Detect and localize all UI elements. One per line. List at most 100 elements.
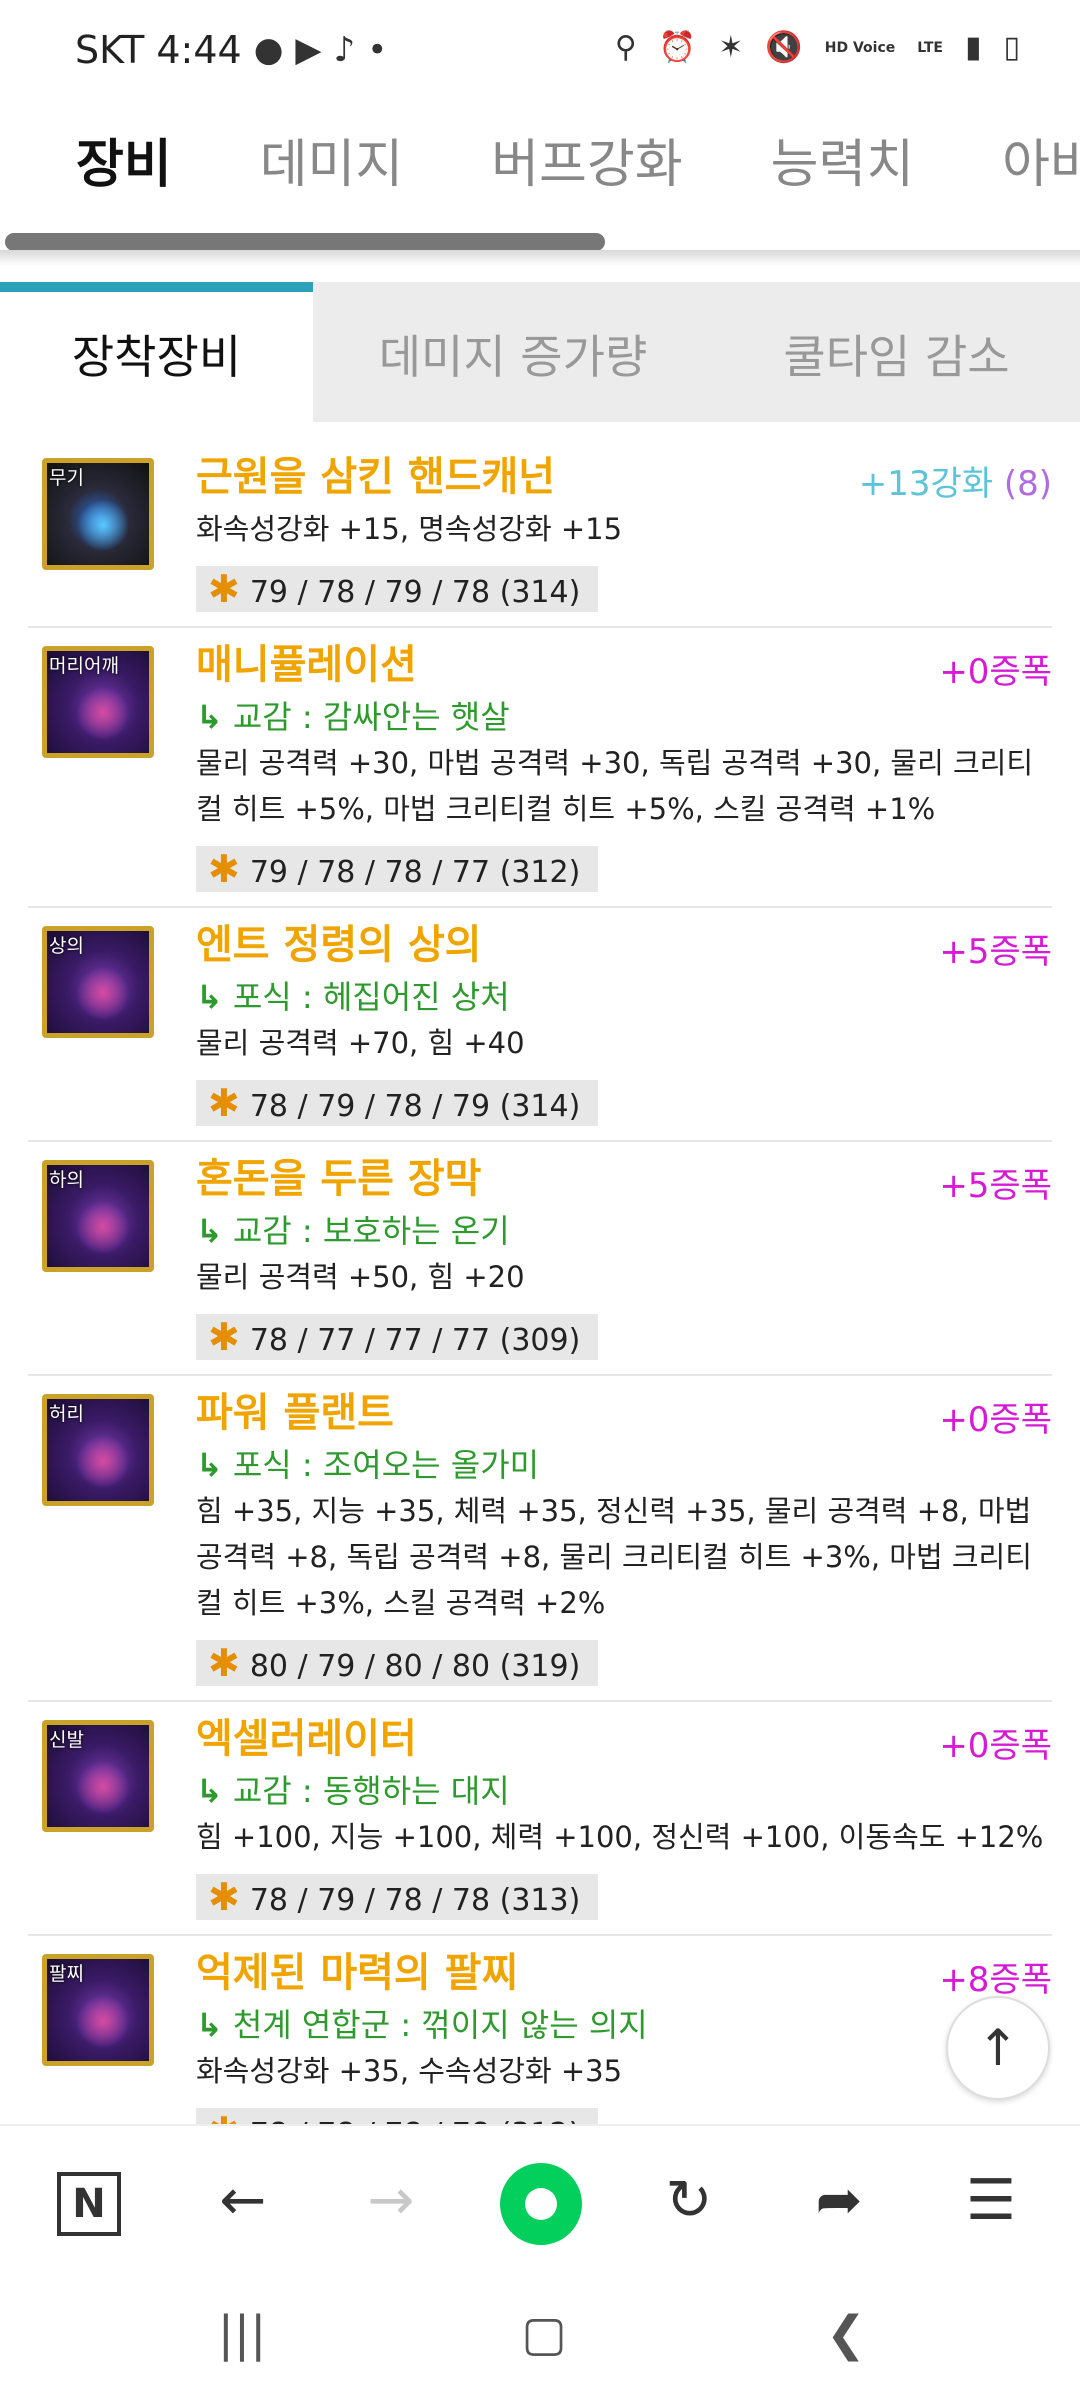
enchant-text: 천계 연합군 : 꺾이지 않는 의지 <box>232 2006 648 2044</box>
score-value: 78 / 79 / 78 / 78 (313) <box>249 1883 581 1918</box>
item-art <box>77 499 129 551</box>
asterisk-icon: ✱ <box>208 1081 240 1125</box>
reload-icon: ↻ <box>665 2168 713 2233</box>
alarm-icon: ⏰ <box>658 30 697 65</box>
score-value: 78 / 79 / 78 / 79 (314) <box>249 1089 581 1124</box>
item-icon: 신발 <box>42 1720 154 1832</box>
item-art <box>77 687 129 739</box>
item-score: ✱ 80 / 79 / 80 / 80 (319) <box>196 1640 599 1686</box>
green-dot-button[interactable] <box>496 2156 586 2246</box>
upgrade-level: +13강화 <box>858 464 994 504</box>
tab-equipment[interactable]: 장비 <box>0 120 172 210</box>
tab-damage[interactable]: 데미지 <box>172 120 404 210</box>
home-button[interactable]: ▢ <box>494 2294 594 2374</box>
item-score: ✱ 78 / 77 / 77 / 77 (309) <box>196 1314 599 1360</box>
naver-button[interactable]: N <box>44 2156 134 2246</box>
share-icon: ➦ <box>815 2168 863 2233</box>
subtab-damage-increase[interactable]: 데미지 증가량 <box>313 282 713 422</box>
asterisk-icon: ✱ <box>208 847 240 891</box>
item-enchant: ↳ 교감 : 보호하는 온기 <box>196 1208 1052 1254</box>
home-icon: ▢ <box>521 2306 567 2362</box>
enchant-text: 포식 : 헤집어진 상처 <box>232 978 510 1016</box>
back-button[interactable]: ← <box>198 2156 288 2246</box>
score-value: 79 / 78 / 79 / 78 (314) <box>249 575 581 610</box>
item-enchant: ↳ 포식 : 조여오는 올가미 <box>196 1442 1052 1488</box>
enchant-arrow-icon: ↳ <box>196 1212 223 1250</box>
item-name: 혼돈을 두른 장막 <box>196 1156 482 1202</box>
arrow-left-icon: ← <box>219 2168 267 2233</box>
arrow-right-icon: → <box>367 2168 415 2233</box>
forward-button[interactable]: → <box>346 2156 436 2246</box>
item-upgrade: +0증폭 <box>939 1400 1052 1440</box>
equipment-list: 무기 근원을 삼킨 핸드캐넌 +13강화 (8) 화속성강화 +15, 명속성강… <box>28 440 1052 2170</box>
slot-label: 신발 <box>49 1729 84 1751</box>
enchant-text: 교감 : 감싸안는 햇살 <box>232 698 510 736</box>
tab-avatar[interactable]: 아바타 <box>914 120 1080 210</box>
main-tab-bar: 장비 데미지 버프강화 능력치 아바타 <box>0 120 1080 210</box>
item-stats: 화속성강화 +35, 수속성강화 +35 <box>196 2054 623 2088</box>
item-upgrade: +5증폭 <box>939 1166 1052 1206</box>
system-back-button[interactable]: ❮ <box>796 2294 896 2374</box>
tab-buff[interactable]: 버프강화 <box>403 120 682 210</box>
item-stats: 물리 공격력 +50, 힘 +20 <box>196 1260 525 1294</box>
recent-apps-icon: ||| <box>217 2306 267 2362</box>
naver-n-icon: N <box>57 2171 121 2236</box>
divider <box>0 250 1080 266</box>
subtab-cooldown[interactable]: 쿨타임 감소 <box>713 282 1080 422</box>
item-upgrade: +13강화 (8) <box>859 456 1052 505</box>
item-enchant: ↳ 교감 : 감싸안는 햇살 <box>196 694 1052 740</box>
scroll-top-button[interactable]: ↑ <box>946 1996 1050 2100</box>
item-icon: 상의 <box>42 926 154 1038</box>
signal-icon: ▮ <box>964 30 982 65</box>
equipment-item[interactable]: 허리 파워 플랜트 +0증폭 ↳ 포식 : 조여오는 올가미 힘 +35, 지능 … <box>28 1376 1052 1702</box>
talk-icon: ● <box>253 30 284 70</box>
item-score: ✱ 79 / 78 / 78 / 77 (312) <box>196 846 599 892</box>
item-upgrade: +0증폭 <box>939 1726 1052 1766</box>
item-enchant: ↳ 천계 연합군 : 꺾이지 않는 의지 <box>196 2002 1052 2048</box>
item-name: 파워 플랜트 <box>196 1390 394 1436</box>
bluetooth-icon: ✶ <box>718 30 744 65</box>
item-icon: 하의 <box>42 1160 154 1272</box>
tab-stats[interactable]: 능력치 <box>683 120 915 210</box>
enchant-arrow-icon: ↳ <box>196 698 223 736</box>
item-name: 엑셀러레이터 <box>196 1716 417 1762</box>
item-icon: 허리 <box>42 1394 154 1506</box>
item-stats: 물리 공격력 +70, 힘 +40 <box>196 1026 525 1060</box>
item-art <box>77 1995 129 2047</box>
enchant-text: 포식 : 조여오는 올가미 <box>232 1446 540 1484</box>
recent-apps-button[interactable]: ||| <box>192 2294 292 2374</box>
menu-icon: ☰ <box>965 2168 1017 2233</box>
slot-label: 팔찌 <box>49 1963 84 1985</box>
arrow-up-icon: ↑ <box>977 2019 1019 2077</box>
item-stats: 물리 공격력 +30, 마법 공격력 +30, 독립 공격력 +30, 물리 크… <box>196 746 1034 826</box>
score-value: 80 / 79 / 80 / 80 (319) <box>249 1649 581 1684</box>
item-name: 억제된 마력의 팔찌 <box>196 1950 519 1996</box>
item-upgrade: +8증폭 <box>939 1960 1052 2000</box>
equipment-item[interactable]: 머리어깨 매니퓰레이션 +0증폭 ↳ 교감 : 감싸안는 햇살 물리 공격력 +3… <box>28 628 1052 908</box>
asterisk-icon: ✱ <box>208 567 240 611</box>
green-dot-icon <box>500 2162 582 2245</box>
score-value: 79 / 78 / 78 / 77 (312) <box>249 855 581 890</box>
battery-icon: ▯ <box>1003 30 1020 65</box>
status-left: SKT 4:44 ● ▶ ♪ • <box>75 28 387 72</box>
tiktok-icon: ♪ <box>333 30 356 70</box>
equipment-item[interactable]: 신발 엑셀러레이터 +0증폭 ↳ 교감 : 동행하는 대지 힘 +100, 지능 … <box>28 1702 1052 1936</box>
slot-label: 하의 <box>49 1169 84 1191</box>
slot-label: 상의 <box>49 935 84 957</box>
item-art <box>77 1435 129 1487</box>
enchant-arrow-icon: ↳ <box>196 1446 223 1484</box>
item-art <box>77 967 129 1019</box>
enchant-arrow-icon: ↳ <box>196 1772 223 1810</box>
subtab-equipped[interactable]: 장착장비 <box>0 282 313 422</box>
reload-button[interactable]: ↻ <box>644 2156 734 2246</box>
chevron-left-icon: ❮ <box>825 2306 867 2362</box>
equipment-item[interactable]: 하의 혼돈을 두른 장막 +5증폭 ↳ 교감 : 보호하는 온기 물리 공격력 +… <box>28 1142 1052 1376</box>
enchant-arrow-icon: ↳ <box>196 978 223 1016</box>
tab-scrollbar-thumb[interactable] <box>5 233 605 251</box>
equipment-item[interactable]: 무기 근원을 삼킨 핸드캐넌 +13강화 (8) 화속성강화 +15, 명속성강… <box>28 440 1052 628</box>
equipment-item[interactable]: 상의 엔트 정령의 상의 +5증폭 ↳ 포식 : 헤집어진 상처 물리 공격력 +… <box>28 908 1052 1142</box>
menu-button[interactable]: ☰ <box>946 2156 1036 2246</box>
share-button[interactable]: ➦ <box>794 2156 884 2246</box>
system-nav-bar: ||| ▢ ❮ <box>0 2274 1080 2400</box>
upgrade-extra: (8) <box>1003 464 1052 504</box>
